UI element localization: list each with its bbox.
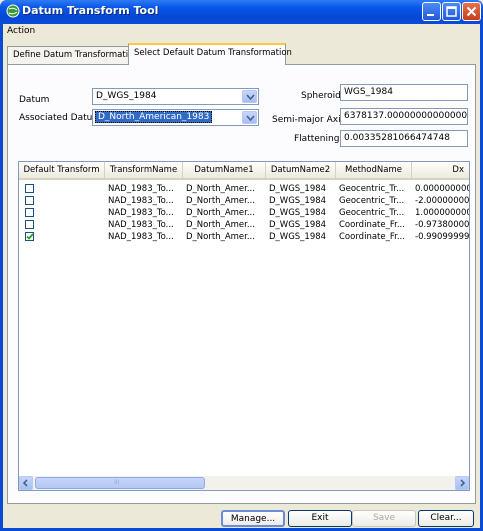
scroll-right-button[interactable] <box>455 476 469 490</box>
maximize-icon <box>446 6 457 17</box>
spheroid-field[interactable]: WGS_1984 <box>340 84 468 101</box>
scroll-thumb-grip: III <box>114 479 120 486</box>
exit-button[interactable]: Exit <box>288 510 352 527</box>
chevron-left-icon <box>22 479 28 487</box>
cell-transform-name: NAD_1983_To... <box>108 232 174 242</box>
window-client: Action Define Datum Transformation Selec… <box>3 24 480 528</box>
chevron-down-icon <box>246 115 255 122</box>
spheroid-value: WGS_1984 <box>344 87 393 97</box>
spheroid-label: Spheroid <box>301 91 341 101</box>
datum-combo[interactable]: D_WGS_1984 <box>92 88 259 105</box>
default-transform-checkbox[interactable] <box>25 232 34 241</box>
horizontal-scrollbar[interactable]: III <box>19 476 469 490</box>
minimize-button[interactable] <box>422 2 441 21</box>
associated-datum-dropdown-button[interactable] <box>242 111 257 124</box>
globe-icon <box>6 4 20 18</box>
column-header-transform-name[interactable]: TransformName <box>105 162 183 180</box>
cell-datum-name-2: D_WGS_1984 <box>269 232 327 242</box>
chevron-down-icon <box>246 94 255 101</box>
column-header-datum-name-2[interactable]: DatumName2 <box>266 162 336 180</box>
semi-major-axis-value: 6378137.0000000000000000 <box>344 111 468 121</box>
default-transform-checkbox[interactable] <box>25 184 34 193</box>
save-button[interactable]: Save <box>352 510 416 527</box>
tab-define-datum-transformation[interactable]: Define Datum Transformation <box>7 46 139 64</box>
cell-method-name: Coordinate_Fr... <box>339 232 405 242</box>
scroll-thumb[interactable]: III <box>35 477 205 489</box>
close-button[interactable] <box>462 2 481 21</box>
flattening-field[interactable]: 0.00335281066474748 <box>340 130 468 147</box>
column-header-method-name[interactable]: MethodName <box>336 162 412 180</box>
datum-value: D_WGS_1984 <box>96 91 157 101</box>
clear-button[interactable]: Clear... <box>418 510 474 527</box>
app-window: Datum Transform Tool Action Define Datum… <box>0 0 483 531</box>
column-header-default-transform[interactable]: Default Transform <box>19 162 105 180</box>
associated-datum-label: Associated Datum <box>19 113 102 123</box>
flattening-label: Flattening <box>294 134 340 144</box>
default-transform-checkbox[interactable] <box>25 220 34 229</box>
default-transform-checkbox[interactable] <box>25 208 34 217</box>
default-transform-checkbox[interactable] <box>25 196 34 205</box>
manage-button[interactable]: Manage... <box>221 510 285 527</box>
close-icon <box>466 6 477 17</box>
minimize-icon <box>427 14 434 16</box>
datum-label: Datum <box>19 95 50 105</box>
flattening-value: 0.00335281066474748 <box>344 133 450 143</box>
cell-datum-name-1: D_North_Amer... <box>186 232 255 242</box>
transform-grid: Default Transform TransformName DatumNam… <box>18 161 470 491</box>
chevron-right-icon <box>460 479 466 487</box>
menu-bar: Action <box>3 24 480 39</box>
window-title: Datum Transform Tool <box>22 4 159 17</box>
tab-select-default-datum-transformation[interactable]: Select Default Datum Transformation <box>128 43 292 65</box>
column-header-datum-name-1[interactable]: DatumName1 <box>183 162 266 180</box>
checkmark-icon <box>26 233 34 240</box>
menu-action[interactable]: Action <box>7 26 35 36</box>
associated-datum-value: D_North_American_1983 <box>95 111 213 123</box>
associated-datum-combo[interactable]: D_North_American_1983 <box>92 109 259 126</box>
semi-major-axis-label: Semi-major Axis <box>272 115 346 125</box>
title-bar[interactable]: Datum Transform Tool <box>0 0 483 24</box>
maximize-button[interactable] <box>442 2 461 21</box>
scroll-left-button[interactable] <box>19 476 33 490</box>
table-row[interactable]: NAD_1983_To... D_North_Amer... D_WGS_1984 C… <box>19 231 470 244</box>
column-header-dx[interactable]: Dx <box>412 162 469 180</box>
datum-dropdown-button[interactable] <box>242 90 257 103</box>
semi-major-axis-field[interactable]: 6378137.0000000000000000 <box>340 108 468 125</box>
cell-dx: -0.99099999 <box>415 232 470 242</box>
